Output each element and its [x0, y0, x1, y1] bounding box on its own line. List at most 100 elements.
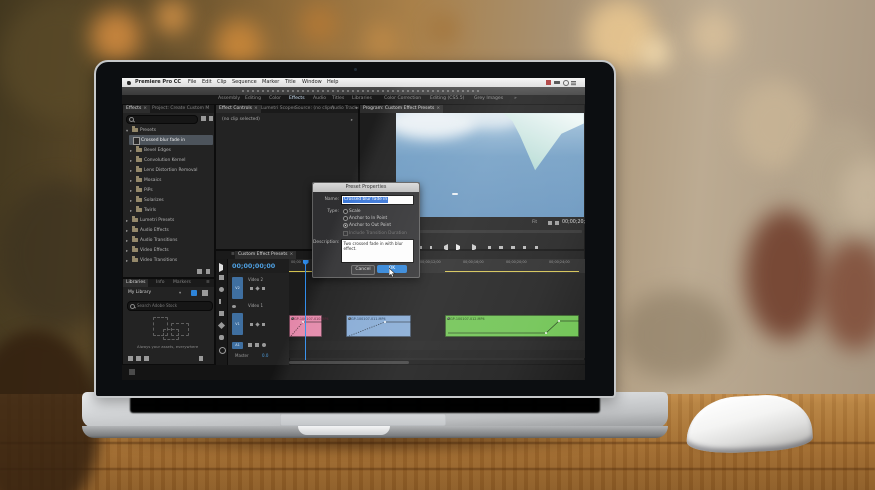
new-custom-bin-icon[interactable]: [197, 269, 202, 274]
radio-anchor-out[interactable]: [343, 223, 349, 229]
settings-wrench-icon[interactable]: [555, 221, 559, 225]
twirl-right-icon[interactable]: ▸: [126, 218, 128, 223]
add-keyframe-icon[interactable]: [255, 322, 260, 327]
menu-item-clip[interactable]: Clip: [217, 80, 226, 85]
twirl-right-icon[interactable]: ▸: [130, 188, 132, 193]
workspace-tab-titles[interactable]: Titles: [332, 96, 344, 102]
zoom-tool[interactable]: [218, 347, 226, 354]
twirl-right-icon[interactable]: ▸: [130, 198, 132, 203]
tab-program[interactable]: Program: Custom Effect Presets ×: [360, 105, 444, 113]
close-icon[interactable]: ×: [289, 252, 293, 257]
track-v1-badge[interactable]: V1: [232, 313, 243, 335]
lift-icon[interactable]: [487, 245, 492, 250]
program-video-frame[interactable]: [396, 113, 584, 217]
track-select-tool[interactable]: [218, 275, 224, 280]
tree-item-folder[interactable]: ▸ Solarizes: [123, 195, 215, 205]
master-level-value[interactable]: 0.0: [262, 354, 268, 358]
clip-blue[interactable]: fx GP-100107-011.MP4: [346, 315, 411, 337]
extract-icon[interactable]: [499, 245, 503, 250]
cancel-button[interactable]: Cancel: [351, 265, 375, 275]
tree-item-folder[interactable]: ▸ Video Transitions: [123, 255, 215, 265]
close-icon[interactable]: ×: [143, 106, 147, 111]
keyframe-prev-icon[interactable]: [250, 287, 253, 290]
spotlight-icon[interactable]: [563, 80, 569, 86]
track-v2-badge[interactable]: V2: [232, 277, 243, 299]
twirl-right-icon[interactable]: ▸: [130, 168, 132, 173]
clip-green[interactable]: fx GP-100107-012.MP4: [445, 315, 579, 337]
resolution-icon[interactable]: [548, 221, 552, 225]
tree-item-folder[interactable]: ▸ Convolution Kernel: [123, 155, 215, 165]
tab-info[interactable]: Info: [153, 279, 168, 287]
add-keyframe-icon[interactable]: [255, 286, 260, 291]
name-input[interactable]: Crossed blur fade in: [341, 195, 414, 205]
workspace-tab-assembly[interactable]: Assembly: [218, 96, 240, 102]
timeline-scrollbar[interactable]: [289, 360, 585, 364]
record-icon[interactable]: [262, 343, 266, 347]
menu-item-title[interactable]: Title: [285, 80, 296, 85]
workspace-tab-grey-images[interactable]: Grey Images: [474, 96, 503, 102]
twirl-down-icon[interactable]: ▾: [126, 128, 128, 133]
tab-effect-controls[interactable]: Effect Controls ×: [216, 105, 261, 113]
close-icon[interactable]: ×: [436, 106, 440, 111]
razor-tool[interactable]: [218, 299, 221, 304]
tree-item-presets[interactable]: ▾ Presets: [123, 125, 215, 135]
comparison-view-icon[interactable]: [522, 245, 527, 250]
panel-options-icon[interactable]: [209, 116, 213, 121]
menu-item-edit[interactable]: Edit: [202, 80, 212, 85]
library-options-icon[interactable]: [202, 290, 208, 296]
stock-search-input[interactable]: Search Adobe Stock: [127, 301, 213, 311]
menu-item-sequence[interactable]: Sequence: [232, 80, 257, 85]
pen-tool[interactable]: [217, 321, 225, 330]
radio-anchor-in[interactable]: [343, 216, 349, 222]
playhead[interactable]: [302, 260, 309, 360]
timeline-timecode[interactable]: 00;00;00;00: [232, 263, 275, 270]
slip-tool[interactable]: [218, 311, 224, 316]
sync-icon[interactable]: [191, 290, 197, 296]
tab-markers[interactable]: Markers: [170, 279, 194, 287]
tree-item-folder[interactable]: ▸ Audio Effects: [123, 225, 215, 235]
workspace-overflow-icon[interactable]: »: [514, 96, 517, 102]
dock-app-icon[interactable]: [129, 369, 135, 375]
twirl-right-icon[interactable]: ▸: [130, 158, 132, 163]
scrollbar-thumb[interactable]: [289, 360, 409, 364]
twirl-right-icon[interactable]: ▸: [126, 238, 128, 243]
chevron-right-icon[interactable]: ▸: [351, 117, 353, 122]
tab-effects[interactable]: Effects ×: [123, 105, 151, 113]
tree-item-folder[interactable]: ▸ Audio Transitions: [123, 235, 215, 245]
tree-item-folder[interactable]: ▸ Lumetri Presets: [123, 215, 215, 225]
selection-tool[interactable]: [218, 263, 228, 272]
mute-icon[interactable]: [248, 343, 252, 347]
track-a1-badge[interactable]: A1: [232, 342, 243, 349]
tree-item-folder[interactable]: ▸ Video Effects: [123, 245, 215, 255]
twirl-right-icon[interactable]: ▸: [130, 148, 132, 153]
effects-search-input[interactable]: [126, 115, 198, 124]
twirl-right-icon[interactable]: ▸: [130, 178, 132, 183]
twirl-right-icon[interactable]: ▸: [130, 208, 132, 213]
library-dropdown[interactable]: My Library: [128, 290, 151, 295]
track-v1-lane[interactable]: fx GP-100107-010.MP4 fx GP-100107-011.MP…: [289, 301, 585, 342]
twirl-right-icon[interactable]: ▸: [126, 248, 128, 253]
menu-item-file[interactable]: File: [188, 80, 196, 85]
tree-item-folder[interactable]: ▸ Bevel Edges: [123, 145, 215, 155]
delete-icon[interactable]: [206, 269, 210, 274]
libraries-footer-icon[interactable]: [128, 356, 133, 361]
workspace-tab-editing-cs55[interactable]: Editing (CS5.5): [430, 96, 464, 102]
export-frame-icon[interactable]: [511, 245, 515, 250]
tab-project[interactable]: Project: Create Custom M: [149, 105, 212, 113]
notification-center-icon[interactable]: [571, 80, 576, 82]
description-textarea[interactable]: Two crossed fade in with blur effect.: [341, 239, 414, 263]
button-editor-icon[interactable]: [534, 245, 539, 250]
tab-libraries[interactable]: Libraries: [123, 279, 149, 287]
status-app-icon[interactable]: [546, 80, 551, 85]
toggle-track-output-icon[interactable]: [232, 305, 236, 308]
tree-item-selected-preset[interactable]: Crossed blur fade in: [129, 135, 213, 145]
menu-item-marker[interactable]: Marker: [262, 80, 279, 85]
panel-menu-icon[interactable]: ≡: [203, 279, 213, 287]
ripple-edit-tool[interactable]: [218, 287, 224, 292]
workspace-tab-color[interactable]: Color: [269, 96, 281, 102]
chevron-down-icon[interactable]: ▾: [179, 290, 181, 295]
tree-item-folder[interactable]: ▸ Twirls: [123, 205, 215, 215]
keyframe-next-icon[interactable]: [262, 287, 265, 290]
keyframe-prev-icon[interactable]: [250, 323, 253, 326]
mark-out-icon[interactable]: [429, 245, 432, 250]
